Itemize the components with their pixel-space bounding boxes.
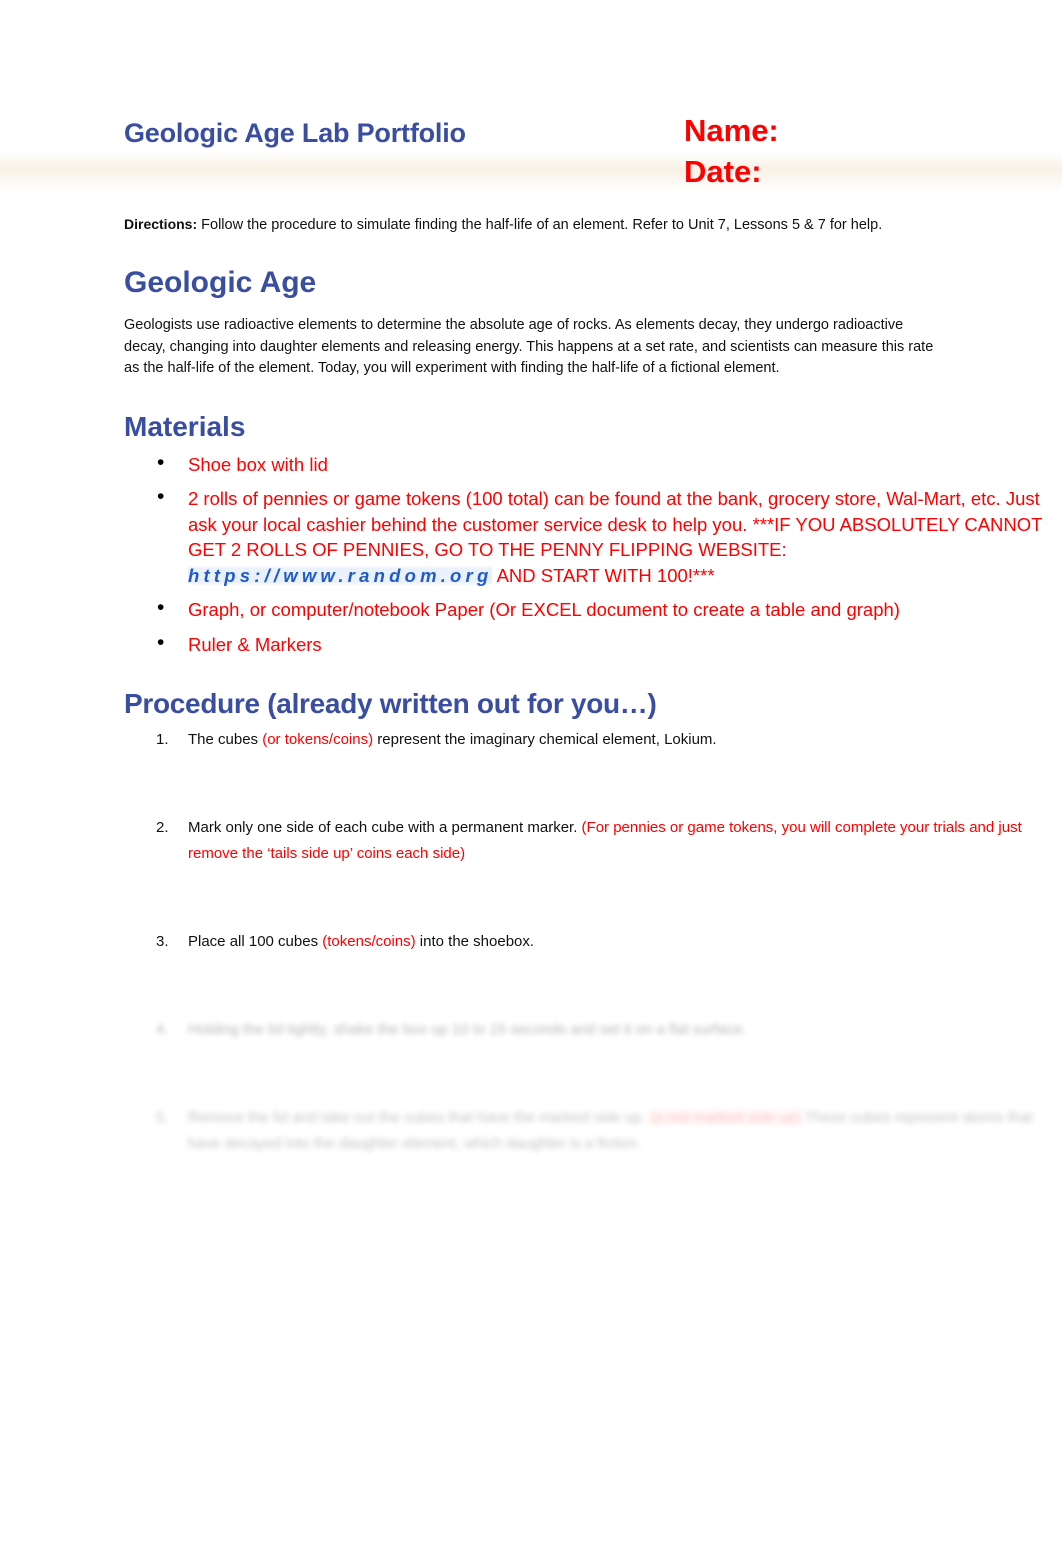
step-text-highlight: (tokens/coins) — [322, 933, 416, 950]
procedure-step: Mark only one side of each cube with a p… — [124, 815, 1048, 867]
heading-procedure: Procedure (already written out for you…) — [124, 688, 657, 719]
step-text-after: represent the imaginary chemical element… — [373, 731, 717, 748]
procedure-step-obscured: Holding the lid tightly, shake the box u… — [124, 1017, 1048, 1043]
directions-text: Follow the procedure to simulate finding… — [197, 217, 883, 233]
directions-label: Directions: — [124, 216, 198, 232]
heading-geologic-age: Geologic Age — [124, 266, 317, 299]
list-item: Shoe box with lid — [124, 450, 1048, 478]
procedure-step: Place all 100 cubes (tokens/coins) into … — [124, 929, 1048, 955]
step-text-before: Remove the lid and take out the cubes th… — [188, 1109, 650, 1126]
page-bottom-fade — [0, 1226, 1062, 1556]
material-text: Ruler & Markers — [188, 633, 322, 655]
step-text-before: The cubes — [188, 731, 263, 748]
step-text-highlight: (or tokens/coins) — [262, 731, 374, 748]
material-text: Shoe box with lid — [188, 453, 328, 475]
step-text-before: Place all 100 cubes — [188, 933, 323, 950]
page-title: Geologic Age Lab Portfolio — [124, 118, 466, 148]
document-page: Geologic Age Lab Portfolio Name: Date: D… — [0, 0, 1062, 1556]
date-label: Date: — [684, 154, 762, 189]
name-date-block: Name: Date: — [684, 110, 779, 192]
step-text-highlight: (a red marked side up) — [649, 1109, 801, 1126]
document-header: Geologic Age Lab Portfolio Name: Date: — [124, 113, 1048, 208]
geologic-age-paragraph: Geologists use radioactive elements to d… — [124, 317, 934, 376]
step-text-before: Holding the lid tightly, shake the box u… — [188, 1021, 747, 1038]
list-item: Graph, or computer/notebook Paper (Or EX… — [124, 595, 1048, 623]
procedure-step-obscured: Remove the lid and take out the cubes th… — [124, 1105, 1048, 1157]
list-item: 2 rolls of pennies or game tokens (100 t… — [124, 484, 1048, 588]
directions-line: Directions: Follow the procedure to simu… — [124, 214, 1048, 235]
step-text-after: into the shoebox. — [415, 933, 535, 950]
name-label: Name: — [684, 113, 779, 148]
document-content: Geologic Age Lab Portfolio Name: Date: D… — [124, 0, 1048, 1219]
material-text: Graph, or computer/notebook Paper (Or EX… — [188, 599, 900, 620]
step-text-before: Mark only one side of each cube with a p… — [188, 819, 582, 836]
procedure-step: The cubes (or tokens/coins) represent th… — [124, 727, 1048, 753]
material-text-after: AND START WITH 100!*** — [492, 564, 715, 586]
list-item: Ruler & Markers — [124, 630, 1048, 658]
random-org-link[interactable]: https://www.random.org — [188, 564, 493, 586]
heading-materials: Materials — [124, 410, 246, 442]
material-text: 2 rolls of pennies or game tokens (100 t… — [188, 488, 1043, 560]
procedure-list: The cubes (or tokens/coins) represent th… — [124, 727, 1048, 1157]
materials-list: Shoe box with lid 2 rolls of pennies or … — [124, 450, 1048, 658]
